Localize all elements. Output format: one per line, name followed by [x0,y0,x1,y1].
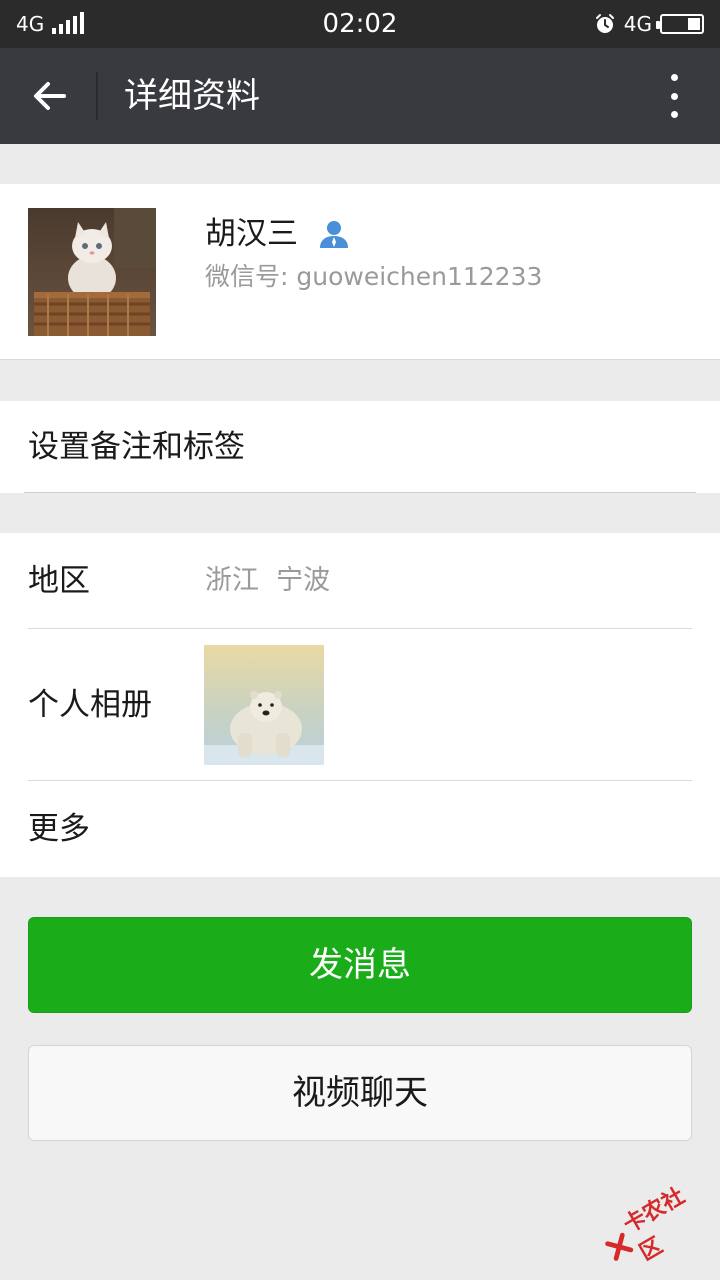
region-value: 浙江 宁波 [205,565,331,596]
send-message-button[interactable]: 发消息 [28,917,692,1013]
more-dot-icon [670,74,678,81]
more-options-button[interactable] [664,74,684,118]
album-label: 个人相册 [28,687,152,723]
more-dot-icon [670,92,678,100]
status-bar: 4G 02:02 4G [0,0,720,48]
back-arrow-icon [34,82,66,110]
title-bar: 详细资料 [0,48,720,144]
region-row: 地区 浙江 宁波 [0,533,720,629]
status-right: 4G [594,10,704,38]
set-remark-label: 设置备注和标签 [28,429,245,465]
title-divider [96,72,98,120]
wechat-id: 微信号: guoweichen112233 [205,262,543,291]
back-button[interactable] [22,68,78,124]
page-title: 详细资料 [124,76,260,116]
alarm-icon [595,14,614,33]
contact-name: 胡汉三 [205,216,298,252]
region-label: 地区 [28,563,90,599]
watermark: 卡农社区 [594,1172,719,1279]
more-dot-icon [670,111,678,118]
video-chat-button[interactable]: 视频聊天 [28,1045,692,1141]
divider [24,492,696,493]
more-row[interactable]: 更多 [0,781,720,877]
set-remark-and-tag-item[interactable]: 设置备注和标签 [0,401,720,493]
album-thumbnail[interactable] [204,645,324,765]
polar-bear-image [204,645,324,765]
name-row: 胡汉三 [205,214,350,254]
more-label: 更多 [28,811,90,847]
cat-avatar-image [28,208,156,336]
person-icon [320,221,348,248]
profile-card: 胡汉三 微信号: guoweichen112233 [0,184,720,360]
network-type-right: 4G [623,12,652,36]
personal-album-row[interactable]: 个人相册 [0,629,720,781]
avatar[interactable] [28,208,156,336]
battery-icon [656,14,704,34]
info-section: 地区 浙江 宁波 个人相册 更多 [0,533,720,877]
